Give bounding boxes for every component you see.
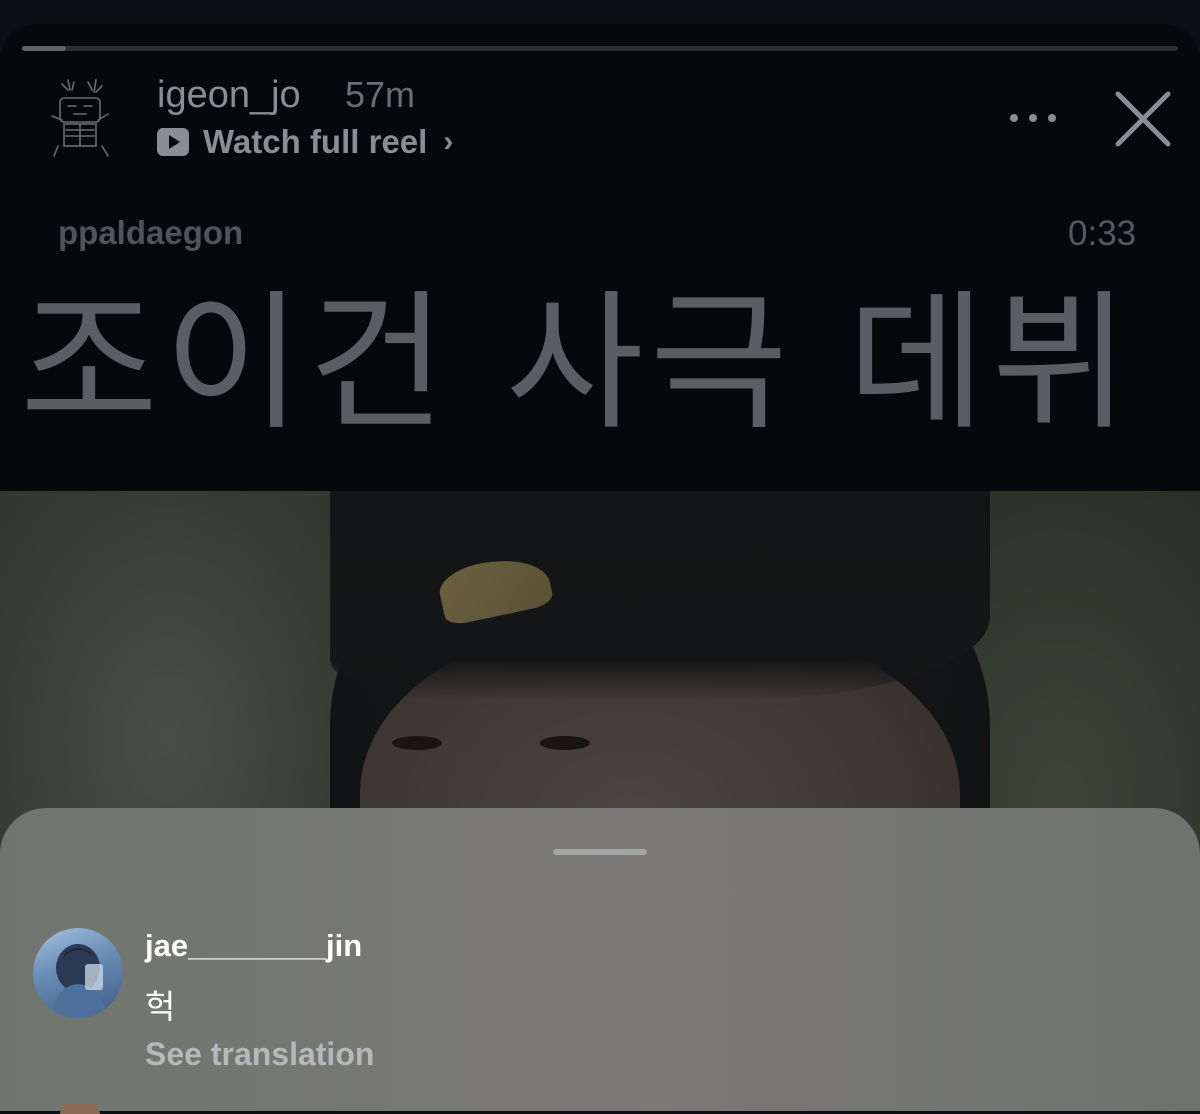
reel-author: ppaldaegon — [58, 214, 244, 251]
video-subject-eye — [540, 736, 590, 750]
story-author-avatar[interactable] — [44, 76, 116, 160]
avatar-photo-icon — [51, 944, 107, 1018]
story-timestamp: 57m — [345, 74, 416, 115]
reel-duration: 0:33 — [1068, 214, 1137, 253]
comment-text: 헉 — [145, 988, 176, 1025]
next-commenter-avatar[interactable] — [60, 1104, 100, 1114]
close-icon[interactable] — [1112, 88, 1174, 150]
chevron-right-icon: › — [443, 125, 454, 158]
see-translation-link[interactable]: See translation — [145, 1036, 374, 1073]
play-icon — [157, 128, 189, 156]
commenter-username[interactable]: jae________jin — [145, 928, 362, 964]
video-subject-eye — [392, 736, 442, 750]
watch-full-reel-label: Watch full reel — [203, 123, 428, 160]
video-subject-fringe — [330, 491, 990, 701]
story-username[interactable]: igeon_jo — [157, 74, 301, 117]
sheet-drag-handle[interactable] — [553, 849, 647, 855]
watch-full-reel-link[interactable]: Watch full reel › — [157, 122, 453, 162]
reel-title: 조이건 사극 데뷔 — [20, 277, 1136, 451]
commenter-avatar[interactable] — [33, 928, 123, 1018]
more-options-icon[interactable] — [1010, 112, 1056, 124]
comments-sheet[interactable]: jae________jin 헉 See translation — [0, 808, 1200, 1114]
story-progress-fill — [22, 46, 66, 51]
story-progress-bar — [22, 46, 1178, 51]
sketch-avatar-icon — [51, 79, 109, 157]
